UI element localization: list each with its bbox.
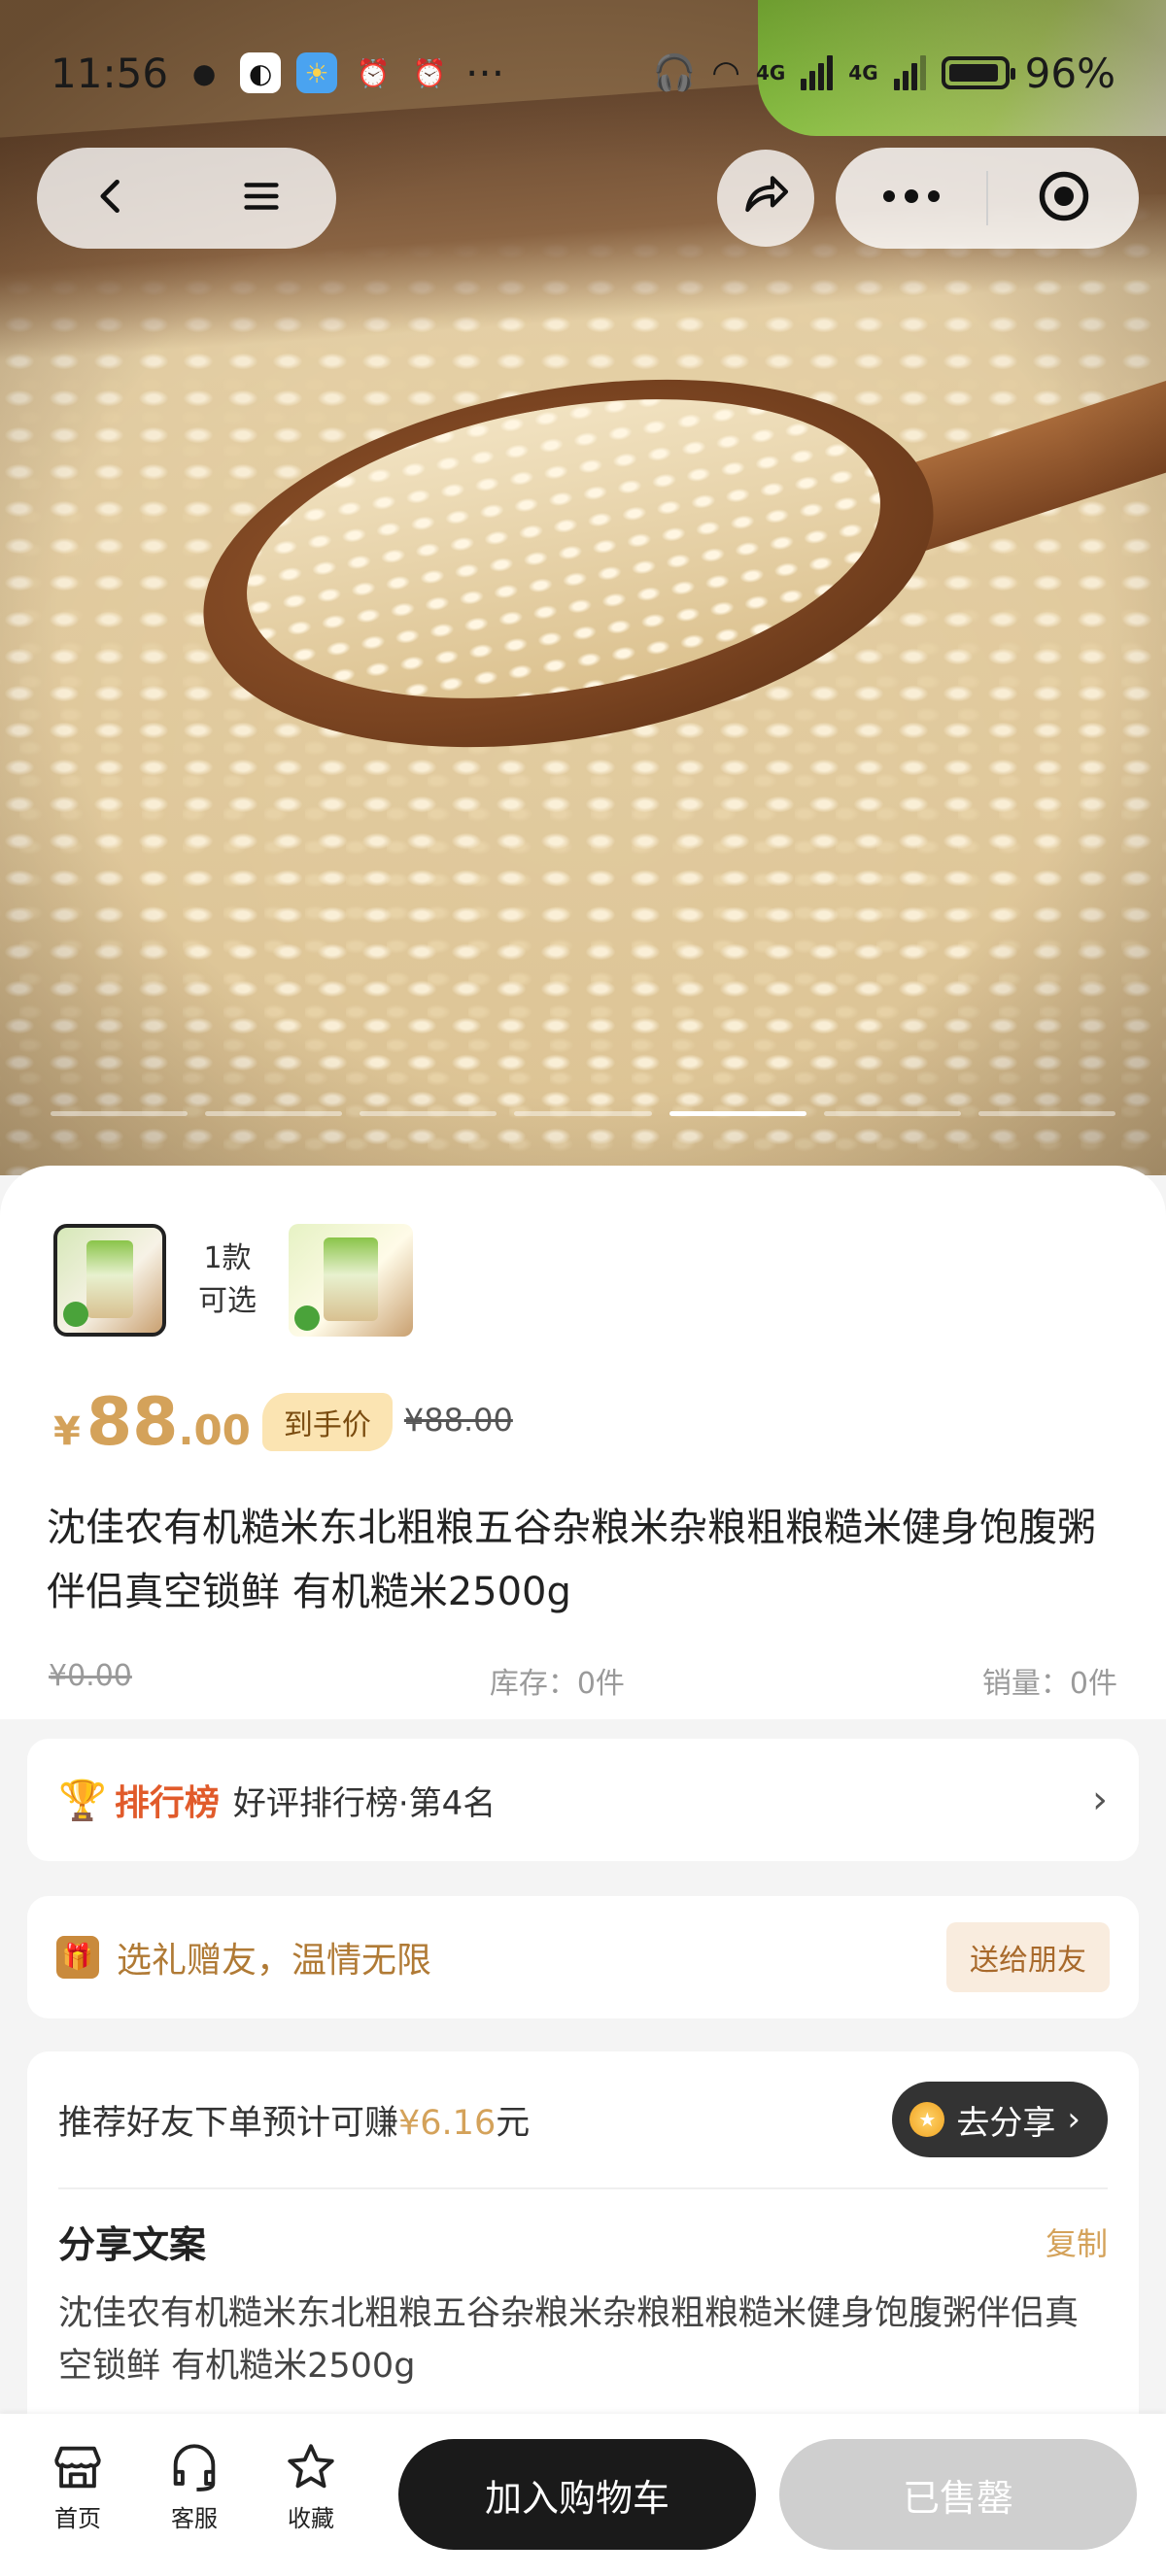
favorite-label: 收藏 xyxy=(288,2505,334,2532)
carousel-dot xyxy=(51,1111,189,1116)
star-icon xyxy=(288,2444,334,2489)
stock-count: 库存：0件 xyxy=(489,1667,625,1701)
service-label: 客服 xyxy=(171,2505,218,2532)
favorite-nav[interactable]: 收藏 xyxy=(262,2439,360,2533)
variant-thumb-2[interactable] xyxy=(289,1224,413,1337)
home-nav[interactable]: 首页 xyxy=(29,2439,126,2533)
wechat-icon: ● xyxy=(191,56,217,89)
network-label-2: 4G xyxy=(848,61,878,85)
original-price: ¥88.00 xyxy=(403,1402,513,1439)
gift-text: 选礼赠友，温情无限 xyxy=(117,1941,432,1981)
service-nav[interactable]: 客服 xyxy=(146,2439,243,2533)
wifi-icon: ◠ xyxy=(711,53,740,92)
ranking-brand: 排行榜 xyxy=(114,1783,220,1823)
battery-level: 96% xyxy=(1024,49,1115,97)
close-miniprogram-button[interactable] xyxy=(988,148,1139,249)
organic-stamp xyxy=(294,1305,320,1331)
earn-row: 推荐好友下单预计可赚¥6.16元 ★ 去分享 › xyxy=(58,2051,1108,2189)
trophy-icon: 🏆 xyxy=(58,1778,107,1823)
gift-card: 🎁 选礼赠友，温情无限 送给朋友 xyxy=(27,1896,1139,2018)
sold-out-button[interactable]: 已售罄 xyxy=(779,2439,1137,2550)
add-to-cart-button[interactable]: 加入购物车 xyxy=(398,2439,756,2550)
chevron-right-icon: › xyxy=(1092,1778,1108,1822)
network-label-1: 4G xyxy=(755,61,786,85)
more-options-button[interactable] xyxy=(836,148,986,249)
variant-count-line2: 可选 xyxy=(198,1284,257,1318)
carousel-dot xyxy=(669,1111,806,1116)
carousel-dot xyxy=(514,1111,652,1116)
product-stats: ¥0.00 库存：0件 销量：0件 xyxy=(49,1659,1117,1702)
carousel-dot xyxy=(205,1111,343,1116)
product-title: 沈佳农有机糙米东北粗粮五谷杂粮米杂粮粗粮糙米健身饱腹粥伴侣真空锁鲜 有机糙米25… xyxy=(47,1506,1096,1614)
menu-icon[interactable] xyxy=(239,174,284,222)
coin-icon: ★ xyxy=(909,2102,945,2137)
final-price: ¥ 88 .00 xyxy=(53,1384,251,1461)
share-copy-header: 分享文案 复制 xyxy=(58,2215,1108,2268)
more-notifications-icon: ··· xyxy=(465,49,505,97)
final-price-tag: 到手价 xyxy=(261,1393,393,1451)
share-copy-text: 沈佳农有机糙米东北粗粮五谷杂粮米杂粮粗粮糙米健身饱腹粥伴侣真空锁鲜 有机糙米25… xyxy=(58,2294,1080,2386)
signal-icon-2 xyxy=(893,55,926,90)
package-image xyxy=(323,1237,379,1321)
carousel-dot xyxy=(823,1111,961,1116)
chevron-right-icon: › xyxy=(1067,2100,1080,2139)
price-row: ¥ 88 .00 到手价 ¥88.00 xyxy=(53,1384,513,1461)
back-icon[interactable] xyxy=(90,175,133,221)
share-forward-button[interactable] xyxy=(717,150,814,247)
send-to-friend-button[interactable]: 送给朋友 xyxy=(946,1922,1110,1992)
product-detail-sheet: 1款 可选 ¥ 88 .00 到手价 ¥88.00 沈佳农有机糙米东北粗粮五谷杂… xyxy=(0,1166,1166,2440)
variant-selector: 1款 可选 xyxy=(53,1224,413,1337)
variant-count-line1: 1款 xyxy=(203,1241,252,1275)
earn-suffix: 元 xyxy=(496,2103,531,2143)
earn-text: 推荐好友下单预计可赚¥6.16元 xyxy=(58,2095,892,2145)
qq-icon: ◐ xyxy=(240,52,282,93)
target-close-icon xyxy=(1035,167,1093,229)
go-share-label: 去分享 xyxy=(956,2103,1056,2143)
share-arrow-icon xyxy=(738,169,793,227)
carousel-indicator xyxy=(51,1111,1115,1116)
battery-icon xyxy=(941,56,1015,89)
more-dots-icon xyxy=(877,186,945,210)
share-card: 推荐好友下单预计可赚¥6.16元 ★ 去分享 › 分享文案 复制 沈佳农有机糙米… xyxy=(27,2051,1139,2440)
price-currency: ¥ xyxy=(53,1409,81,1454)
organic-stamp xyxy=(63,1302,88,1327)
market-price: ¥0.00 xyxy=(49,1659,132,1693)
signal-icon-1 xyxy=(801,55,834,90)
gift-icon: 🎁 xyxy=(56,1936,99,1979)
share-copy-label: 分享文案 xyxy=(58,2223,207,2266)
variant-thumb-selected[interactable] xyxy=(53,1224,166,1337)
status-bar: 11:56 ● ◐ ☀ ⏰ ⏰ ··· 🎧 ◠ 4G 4G 96% xyxy=(0,0,1166,146)
carousel-dot xyxy=(360,1111,497,1116)
miniprogram-capsule xyxy=(836,148,1139,249)
package-image xyxy=(86,1239,133,1318)
bottom-action-bar: 首页 客服 收藏 加入购物车 已售罄 xyxy=(0,2414,1166,2576)
headset-icon xyxy=(173,2444,216,2491)
earn-prefix: 推荐好友下单预计可赚 xyxy=(58,2103,399,2143)
carousel-dot xyxy=(977,1111,1115,1116)
price-decimal: .00 xyxy=(178,1407,251,1454)
copy-button[interactable]: 复制 xyxy=(1046,2220,1108,2264)
home-label: 首页 xyxy=(54,2505,101,2532)
nav-capsule xyxy=(37,148,336,249)
ranking-card[interactable]: 🏆 排行榜 好评排行榜·第4名 › xyxy=(27,1739,1139,1861)
sales-count: 销量：0件 xyxy=(981,1667,1117,1701)
headphones-icon: 🎧 xyxy=(652,53,697,93)
earn-amount: ¥6.16 xyxy=(398,2103,497,2143)
store-icon xyxy=(54,2446,101,2489)
price-integer: 88 xyxy=(86,1384,179,1461)
variant-count: 1款 可选 xyxy=(193,1237,261,1323)
ranking-text: 好评排行榜·第4名 xyxy=(232,1783,497,1823)
weather-icon: ☀ xyxy=(296,52,338,93)
alarm-icon: ⏰ xyxy=(356,56,391,89)
go-share-button[interactable]: ★ 去分享 › xyxy=(892,2082,1108,2157)
status-time: 11:56 xyxy=(51,49,169,97)
alarm-icon-2: ⏰ xyxy=(412,56,447,89)
